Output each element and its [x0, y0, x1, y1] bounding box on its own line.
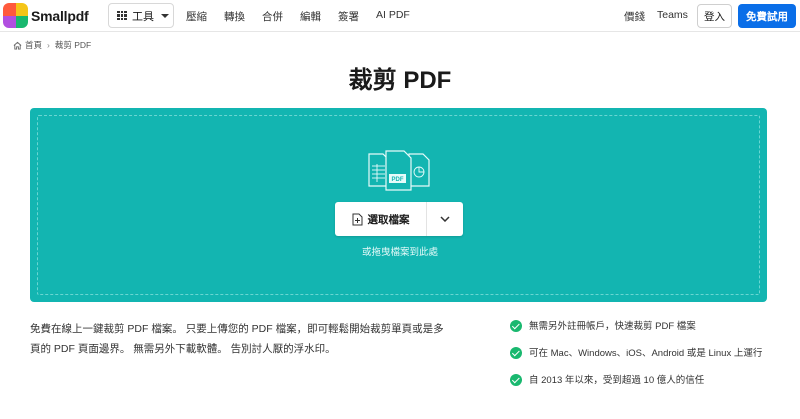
home-icon: [13, 41, 22, 50]
feature-item: 自 2013 年以來，受到超過 10 億人的信任: [510, 373, 780, 388]
feature-text: 可在 Mac、Windows、iOS、Android 或是 Linux 上運行: [529, 348, 763, 359]
main-nav: 壓縮 轉換 合併 編輯 簽署 AI PDF: [186, 9, 410, 24]
chevron-right-icon: ›: [47, 40, 50, 50]
tools-label: 工具: [132, 10, 154, 23]
page-title: 裁剪 PDF: [348, 67, 452, 94]
breadcrumb-current: 裁剪 PDF: [54, 40, 92, 50]
files-illustration-icon: PDF: [368, 150, 430, 191]
caret-down-icon: [161, 13, 169, 18]
smallpdf-logo-icon[interactable]: [3, 3, 28, 28]
tool-description: 免費在線上一鍵裁剪 PDF 檔案。 只要上傳您的 PDF 檔案，即可輕鬆開始裁剪…: [30, 323, 444, 355]
login-button[interactable]: 登入: [697, 4, 732, 28]
top-header: Smallpdf 工具 壓縮 轉換 合併 編輯 簽署 AI PDF 價錢 Tea…: [0, 0, 800, 32]
check-circle-icon: [510, 320, 522, 332]
brand-name[interactable]: Smallpdf: [31, 8, 89, 24]
chevron-down-icon: [440, 216, 450, 222]
feature-text: 自 2013 年以來，受到超過 10 億人的信任: [529, 375, 705, 386]
breadcrumb: 首頁 › 裁剪 PDF: [13, 39, 91, 51]
breadcrumb-home[interactable]: 首頁: [25, 39, 42, 51]
teams-link[interactable]: Teams: [657, 9, 688, 21]
file-add-icon: [352, 213, 362, 225]
nav-sign[interactable]: 簽署: [338, 9, 359, 24]
free-trial-button[interactable]: 免費試用: [738, 4, 796, 28]
nav-edit[interactable]: 編輯: [300, 9, 321, 24]
nav-merge[interactable]: 合併: [262, 9, 283, 24]
check-circle-icon: [510, 374, 522, 386]
nav-ai-pdf[interactable]: AI PDF: [376, 9, 410, 24]
pricing-link[interactable]: 價錢: [624, 9, 645, 24]
choose-source-dropdown[interactable]: [427, 202, 463, 236]
svg-text:PDF: PDF: [392, 177, 404, 183]
tools-menu-button[interactable]: 工具: [108, 3, 174, 28]
choose-file-label: 選取檔案: [367, 213, 410, 226]
nav-convert[interactable]: 轉換: [224, 9, 245, 24]
feature-text: 無需另外註冊帳戶，快速裁剪 PDF 檔案: [529, 321, 696, 332]
feature-item: 可在 Mac、Windows、iOS、Android 或是 Linux 上運行: [510, 346, 780, 361]
choose-file-split-button: 選取檔案: [335, 202, 463, 236]
nav-compress[interactable]: 壓縮: [186, 9, 207, 24]
grid-icon: [117, 10, 127, 21]
choose-file-button[interactable]: 選取檔案: [335, 202, 427, 236]
feature-list: 無需另外註冊帳戶，快速裁剪 PDF 檔案 可在 Mac、Windows、iOS、…: [510, 319, 780, 400]
check-circle-icon: [510, 347, 522, 359]
feature-item: 無需另外註冊帳戶，快速裁剪 PDF 檔案: [510, 319, 780, 334]
drag-drop-hint: 或拖曳檔案到此處: [361, 247, 438, 258]
